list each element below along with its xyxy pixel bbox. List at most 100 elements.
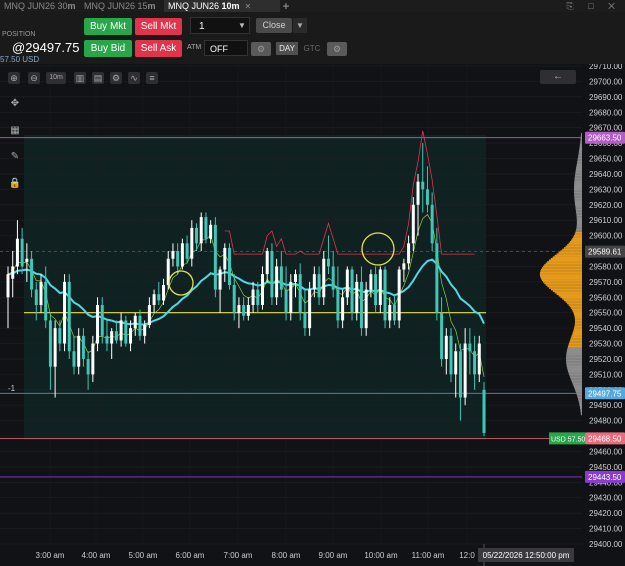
volume-profile-bar [566,361,582,363]
candle-body [270,251,274,298]
volume-profile-bar [573,330,582,333]
volume-profile-bar [541,268,582,271]
volume-profile-bar [574,322,582,325]
candle-body [407,243,411,264]
price-tick-label: 29520.00 [589,355,623,364]
candle-body [440,312,444,359]
tif-gtc-button[interactable]: GTC [301,42,323,55]
close-tab-icon[interactable]: ✕ [245,2,252,11]
candle-body [284,289,288,313]
close-options-chevron-icon[interactable]: ▼ [293,18,307,33]
candle-body [81,335,85,359]
price-badge-label: 29663.50 [588,134,622,143]
volume-profile-bar [549,287,582,289]
volume-profile-bar [579,148,582,151]
candle-body [308,289,312,329]
tab-mnq-15m[interactable]: MNQ JUN26 15m [80,0,164,12]
volume-profile-bar [566,364,582,366]
tab-mnq-30m[interactable]: MNQ JUN26 30m [0,0,82,12]
volume-profile-bar [580,137,582,140]
zoom-out-icon[interactable]: ⊖ [28,72,40,84]
volume-profile-bar [576,163,582,166]
volume-profile-bar [563,299,582,302]
volume-profile-bar [574,190,582,192]
sell-market-button[interactable]: Sell Mkt [135,18,182,35]
session-shade [24,135,486,440]
volume-profile-bar [574,316,582,319]
tif-day-button[interactable]: DAY [276,42,298,55]
add-tab-icon[interactable]: + [280,0,292,12]
volume-profile-bar [554,291,582,294]
pencil-icon[interactable]: ✎ [8,150,22,164]
close-position-button[interactable]: Close [256,18,292,33]
volume-profile-bar [574,324,582,326]
candle-body [336,289,340,321]
volume-profile-bar [579,150,582,152]
volume-profile-bar [574,318,582,320]
candle-body [114,331,118,341]
atm-strategy-select[interactable]: OFF [204,40,248,56]
candle-body [237,305,241,313]
lock-icon[interactable]: 🔒 [8,177,22,191]
crosshair-icon[interactable]: ✥ [8,97,22,111]
candle-body [213,224,217,290]
candle-body [152,294,156,305]
time-tick-label: 5:00 am [129,551,158,560]
atm-label: ATM [187,44,202,51]
bar-type-icon[interactable]: ▥ [74,72,86,84]
tif-settings-gear-icon[interactable]: ⚙ [327,42,347,56]
volume-profile-bar [574,187,582,189]
volume-profile-bar [567,345,582,348]
price-badge-label: 29468.50 [588,434,622,443]
sell-ask-button[interactable]: Sell Ask [135,40,182,57]
candle-body [312,274,316,290]
candle-body [298,274,302,313]
volume-profile-bar [577,160,582,163]
volume-profile-bar [574,183,582,186]
chevron-down-icon[interactable]: ▼ [238,17,250,34]
volume-profile-bar [580,140,582,143]
time-tick-label: 8:00 am [272,551,301,560]
strategies-icon[interactable]: ≡ [146,72,158,84]
back-arrow-button[interactable]: ← [540,70,576,84]
volume-profile-bar [579,143,582,146]
tab-mnq-10m[interactable]: MNQ JUN26 10m ✕ [164,0,280,12]
drawing-objects-icon[interactable]: ▦ [8,124,22,138]
indicators-icon[interactable]: ∿ [128,72,140,84]
volume-profile-bar [572,382,582,385]
volume-profile-bar [575,390,582,393]
buy-market-button[interactable]: Buy Mkt [84,18,132,35]
templates-icon[interactable]: ▤ [92,72,104,84]
volume-profile-bar [575,171,582,174]
volume-profile-bar [566,353,582,356]
time-tick-label: 11:00 am [412,551,445,560]
window-controls[interactable]: ⎘ □ ✕ [567,1,622,12]
candle-body [185,243,189,259]
volume-profile-bar [574,325,582,328]
candle-body [204,217,208,239]
buy-bid-button[interactable]: Buy Bid [84,40,132,57]
volume-profile-bar [580,412,582,414]
candle-body [218,269,222,290]
candle-body [171,251,175,259]
price-tick-label: 29690.00 [589,93,623,102]
volume-profile-bar [578,156,582,158]
volume-profile-bar [540,271,582,274]
volume-profile-bar [574,182,582,184]
bar-interval-button[interactable]: 10m [46,72,66,84]
pnl-tag-label: USD 57.50 [551,436,585,443]
atm-settings-gear-icon[interactable]: ⚙ [251,42,271,56]
candle-body [242,305,246,316]
price-tick-label: 29550.00 [589,309,623,318]
time-tick-label: 7:00 am [224,551,253,560]
zoom-in-icon[interactable]: ⊕ [8,72,20,84]
volume-profile-bar [547,261,582,263]
candle-body [303,312,307,329]
price-tick-label: 29410.00 [589,525,623,534]
volume-profile-bar [566,355,582,357]
gear-icon[interactable]: ⚙ [110,72,122,84]
volume-profile-bar [576,393,582,396]
volume-profile-bar [574,185,582,188]
volume-profile-bar [541,279,582,282]
price-chart[interactable]: 29710.00 29700.00 29690.00 29680.00 29670.00… [0,64,625,566]
